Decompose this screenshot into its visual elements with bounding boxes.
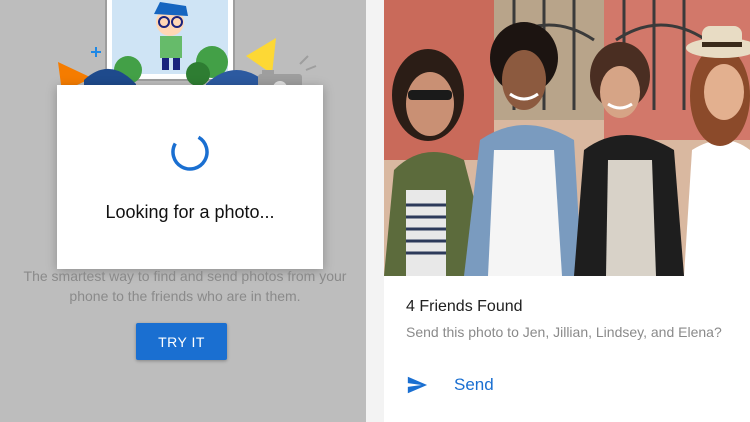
loading-message: Looking for a photo...	[105, 202, 275, 222]
loading-spinner-icon	[171, 133, 209, 171]
loading-dialog: Looking for a photo...	[57, 85, 323, 269]
friends-found-title: 4 Friends Found	[406, 298, 523, 315]
send-prompt-text: Send this photo to Jen, Jillian, Lindsey…	[406, 324, 722, 340]
group-photo[interactable]	[384, 0, 750, 276]
left-panel: Looking for a photo... The smartest way …	[0, 0, 366, 422]
send-icon[interactable]	[406, 374, 428, 396]
panel-divider	[366, 0, 384, 422]
right-panel: 4 Friends Found Send this photo to Jen, …	[384, 0, 750, 422]
send-button[interactable]: Send	[454, 375, 494, 395]
try-it-button[interactable]: TRY IT	[136, 323, 227, 360]
tagline-text: The smartest way to find and send photos…	[23, 268, 347, 304]
